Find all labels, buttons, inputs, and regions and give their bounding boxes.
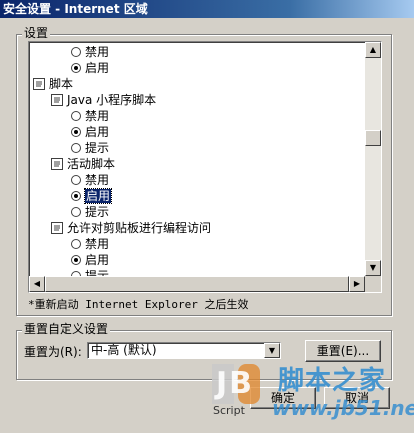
radio-option[interactable]: 禁用 (71, 236, 109, 252)
tree-subcategory[interactable]: 允许对剪贴板进行编程访问 (51, 220, 211, 236)
tree-item-label: 活动脚本 (67, 157, 116, 171)
radio-unchecked-icon[interactable] (71, 238, 81, 249)
watermark-script: Script (213, 404, 245, 417)
watermark-site-name: 脚本之家 (278, 366, 387, 396)
radio-option[interactable]: 禁用 (71, 108, 109, 124)
radio-unchecked-icon[interactable] (71, 110, 81, 121)
scroll-right-button[interactable]: ▶ (349, 276, 365, 292)
tree-item-label: 提示 (85, 205, 110, 219)
tree-item-label: 允许对剪贴板进行编程访问 (67, 221, 212, 235)
tree-category[interactable]: 脚本 (33, 76, 73, 92)
radio-option[interactable]: 禁用 (71, 44, 109, 60)
scroll-down-button[interactable]: ▼ (365, 260, 381, 276)
tree-subcategory[interactable]: 活动脚本 (51, 156, 115, 172)
chevron-down-icon[interactable]: ▼ (264, 343, 280, 358)
window-title-bar[interactable]: 安全设置 - Internet 区域 (0, 0, 414, 18)
radio-option[interactable]: 提示 (71, 204, 109, 220)
radio-option[interactable]: 提示 (71, 268, 109, 276)
radio-checked-icon[interactable] (71, 62, 81, 73)
reset-to-label: 重置为(R): (24, 345, 82, 359)
vertical-scroll-thumb[interactable] (365, 130, 381, 146)
scroll-corner (365, 276, 381, 292)
tree-item-label: 禁用 (85, 109, 110, 123)
settings-group-label: 设置 (22, 26, 51, 40)
watermark-logo-text: JB (216, 366, 255, 401)
settings-tree-viewport: 禁用 启用 脚本 Java 小程序脚本 禁用 启用 提示 活动脚本 禁用 启用 提示 允许对剪贴板进行… (29, 42, 365, 276)
radio-option[interactable]: 启用 (71, 188, 113, 204)
radio-unchecked-icon[interactable] (71, 142, 81, 153)
tree-item-label: 禁用 (85, 237, 110, 251)
settings-category-icon (51, 157, 63, 170)
settings-category-icon (51, 93, 63, 106)
radio-checked-icon[interactable] (71, 126, 81, 137)
tree-item-label: 脚本 (49, 77, 74, 91)
radio-option[interactable]: 启用 (71, 60, 109, 76)
radio-checked-icon[interactable] (71, 254, 81, 265)
tree-item-label: 提示 (85, 269, 110, 276)
horizontal-scroll-thumb[interactable] (45, 276, 349, 292)
radio-unchecked-icon[interactable] (71, 206, 81, 217)
restart-note: *重新启动 Internet Explorer 之后生效 (28, 298, 249, 311)
radio-option[interactable]: 提示 (71, 140, 109, 156)
radio-unchecked-icon[interactable] (71, 174, 81, 185)
tree-item-label: Java 小程序脚本 (67, 93, 157, 107)
tree-item-label: 禁用 (85, 173, 110, 187)
tree-subcategory[interactable]: Java 小程序脚本 (51, 92, 156, 108)
settings-category-icon (51, 221, 63, 234)
watermark-site-url: www.jb51.net (272, 396, 414, 420)
tree-item-label: 禁用 (85, 45, 110, 59)
radio-option[interactable]: 启用 (71, 124, 109, 140)
reset-level-value: 中-高 (默认) (91, 343, 157, 357)
settings-category-icon (33, 77, 45, 90)
tree-item-label: 启用 (85, 253, 110, 267)
reset-button[interactable]: 重置(E)... (305, 340, 381, 362)
reset-group-label: 重置自定义设置 (22, 322, 111, 336)
window-title: 安全设置 - Internet 区域 (3, 2, 148, 16)
radio-unchecked-icon[interactable] (71, 46, 81, 57)
watermark-logo: JB (210, 360, 268, 410)
reset-button-label: 重置(E)... (316, 344, 370, 358)
radio-option[interactable]: 禁用 (71, 172, 109, 188)
settings-tree[interactable]: 禁用 启用 脚本 Java 小程序脚本 禁用 启用 提示 活动脚本 禁用 启用 提示 允许对剪贴板进行… (28, 41, 382, 293)
horizontal-scrollbar[interactable]: ◀ ▶ (29, 276, 365, 292)
tree-item-label: 提示 (85, 141, 110, 155)
radio-option[interactable]: 启用 (71, 252, 109, 268)
tree-item-label: 启用 (85, 61, 110, 75)
tree-item-label: 启用 (85, 125, 110, 139)
radio-checked-icon[interactable] (71, 190, 81, 201)
reset-level-dropdown[interactable]: 中-高 (默认) ▼ (87, 342, 281, 359)
scroll-left-button[interactable]: ◀ (29, 276, 45, 292)
tree-item-label: 启用 (83, 188, 113, 204)
scroll-up-button[interactable]: ▲ (365, 42, 381, 58)
vertical-scrollbar[interactable]: ▲ ▼ (365, 42, 381, 276)
